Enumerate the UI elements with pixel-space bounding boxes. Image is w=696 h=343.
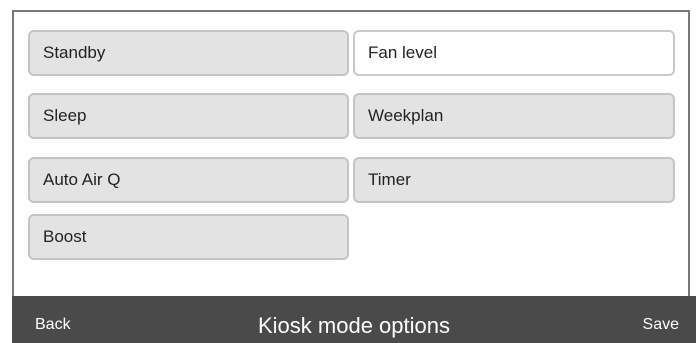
page-title: Kiosk mode options [258, 313, 450, 338]
footer-bar: Back Kiosk mode options Save [12, 296, 696, 343]
option-timer-button[interactable]: Timer [353, 157, 675, 203]
option-weekplan-button[interactable]: Weekplan [353, 93, 675, 139]
option-fan-level-button[interactable]: Fan level [353, 30, 675, 76]
option-standby-button[interactable]: Standby [28, 30, 349, 76]
save-button[interactable]: Save [643, 316, 679, 334]
option-auto-air-q-button[interactable]: Auto Air Q [28, 157, 349, 203]
option-boost-button[interactable]: Boost [28, 214, 349, 260]
option-sleep-button[interactable]: Sleep [28, 93, 349, 139]
